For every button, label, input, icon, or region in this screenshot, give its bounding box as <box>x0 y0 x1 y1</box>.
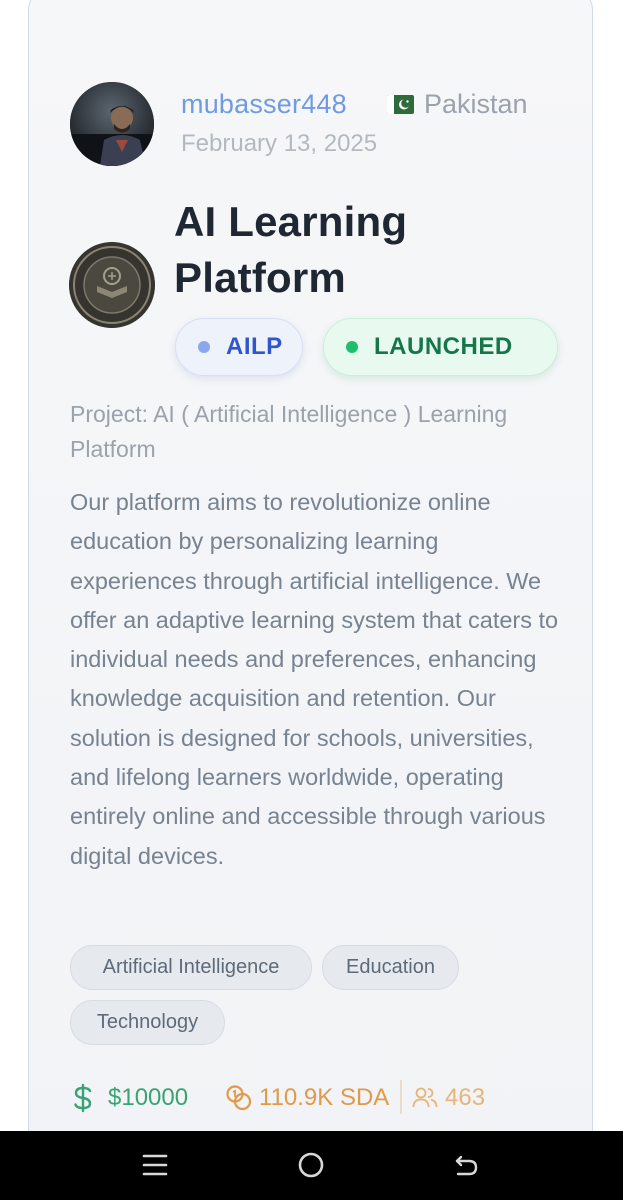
project-logo <box>69 242 155 328</box>
project-description: Our platform aims to revolutionize onlin… <box>70 489 559 869</box>
country-name: Pakistan <box>424 89 528 119</box>
status-badge: LAUNCHED <box>323 318 558 376</box>
nav-home-button[interactable] <box>289 1145 333 1185</box>
pakistan-flag-icon <box>387 95 414 114</box>
members-stat: 463 <box>412 1078 485 1118</box>
users-icon <box>412 1087 438 1108</box>
tag-education[interactable]: Education <box>322 945 459 990</box>
project-title: AI Learning Platform <box>174 198 408 301</box>
tag-label: Technology <box>96 1011 199 1033</box>
home-circle-icon <box>298 1152 324 1178</box>
screen: mubasser448 Pakistan February 13, 2025 A… <box>0 0 623 1200</box>
sda-stat: 110.9K SDA <box>225 1078 389 1118</box>
menu-icon <box>142 1154 168 1176</box>
tag-label: Artificial Intelligence <box>102 956 280 978</box>
username-link[interactable]: mubasser448 <box>181 89 347 120</box>
members-value: 463 <box>445 1084 486 1111</box>
project-stats: $10000 110.9K SDA 463 <box>70 1078 570 1118</box>
sda-value: 110.9K SDA <box>259 1084 390 1111</box>
back-icon <box>455 1155 478 1176</box>
post-date: February 13, 2025 <box>181 130 378 157</box>
tag-artificial-intelligence[interactable]: Artificial Intelligence <box>70 945 312 990</box>
project-subtitle: Project: AI ( Artificial Intelligence ) … <box>70 401 508 462</box>
ticker-label: AILP <box>226 333 283 360</box>
coins-icon <box>226 1085 252 1111</box>
nav-menu-button[interactable] <box>133 1145 177 1185</box>
funding-stat: $10000 <box>70 1078 188 1118</box>
tag-label: Education <box>346 956 435 978</box>
stats-divider <box>400 1080 402 1114</box>
system-navigation-bar <box>0 1131 623 1200</box>
dollar-icon <box>74 1083 92 1113</box>
ticker-dot-icon <box>198 341 210 353</box>
user-avatar[interactable] <box>70 82 154 166</box>
user-country: Pakistan <box>387 89 528 120</box>
ticker-badge: AILP <box>175 318 303 376</box>
nav-back-button[interactable] <box>445 1145 489 1185</box>
status-label: LAUNCHED <box>374 333 513 360</box>
tag-technology[interactable]: Technology <box>70 1000 225 1045</box>
funding-value: $10000 <box>108 1084 189 1111</box>
status-dot-icon <box>346 341 358 353</box>
